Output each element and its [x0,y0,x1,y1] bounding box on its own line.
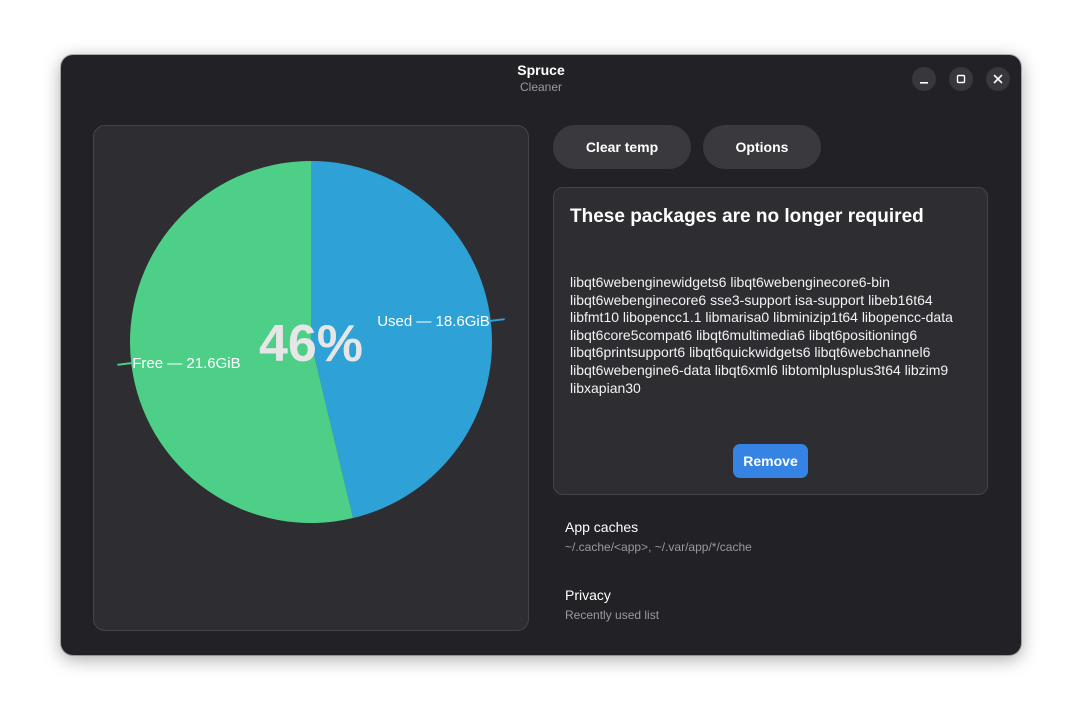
options-button[interactable]: Options [703,125,821,169]
close-button[interactable] [986,67,1010,91]
privacy-subtitle: Recently used list [565,608,660,622]
unused-packages-card: These packages are no longer required li… [553,187,988,495]
app-caches-row[interactable]: App caches ~/.cache/<app>, ~/.var/app/*/… [565,519,985,554]
remove-button[interactable]: Remove [733,444,808,478]
maximize-button[interactable] [949,67,973,91]
privacy-row[interactable]: Privacy Recently used list [565,587,985,622]
package-list: libqt6webenginewidgets6 libqt6webenginec… [570,274,953,396]
header-bar: Spruce Cleaner [61,55,1021,105]
disk-usage-card: Used — 18.6GiB Free — 21.6GiB 46% [93,125,529,631]
minimize-icon [920,82,928,84]
minimize-button[interactable] [912,67,936,91]
packages-heading: These packages are no longer required [570,206,924,227]
pie-label-free: Free — 21.6GiB [132,355,240,372]
privacy-title: Privacy [565,587,611,603]
disk-usage-pie-chart: Used — 18.6GiB Free — 21.6GiB 46% [117,161,505,523]
pie-center-percentage: 46% [259,315,363,373]
window-title: Spruce [517,62,565,78]
window-subtitle: Cleaner [519,80,563,94]
app-window: Spruce Cleaner Used — 18.6GiB Free — 21.6… [61,55,1021,655]
maximize-icon [956,74,966,84]
clear-temp-button[interactable]: Clear temp [553,125,691,169]
app-caches-title: App caches [565,519,639,535]
app-caches-subtitle: ~/.cache/<app>, ~/.var/app/*/cache [565,540,752,554]
close-icon [993,74,1003,84]
pie-label-used: Used — 18.6GiB [377,313,490,330]
